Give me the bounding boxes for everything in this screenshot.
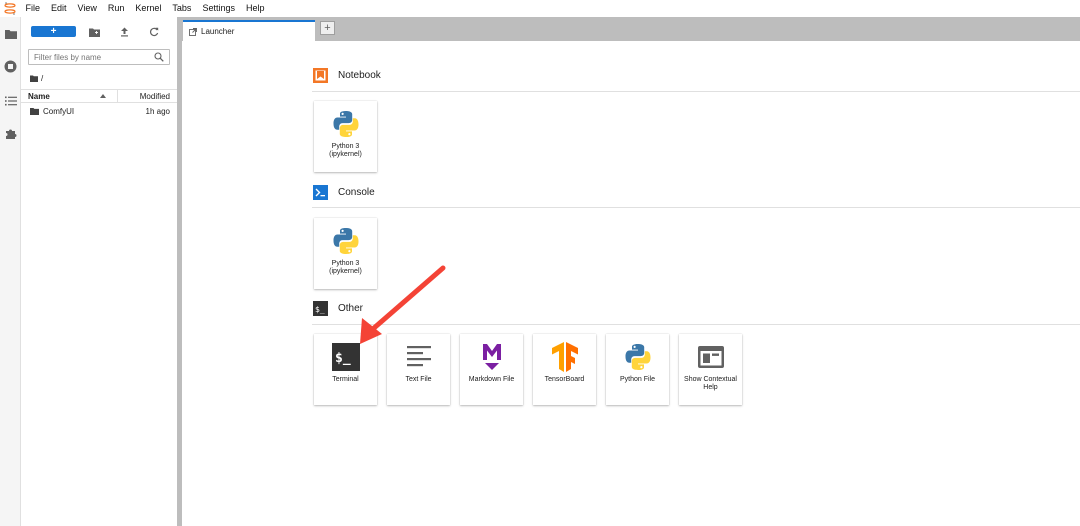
refresh-icon[interactable] <box>147 26 161 38</box>
card-label: Python 3 (ipykernel) <box>329 260 362 275</box>
launcher-card-contextual-help[interactable]: Show Contextual Help <box>679 334 742 405</box>
launcher-card-tensorboard[interactable]: TensorBoard <box>533 334 596 405</box>
stop-circle-icon[interactable] <box>3 59 18 74</box>
markdown-icon <box>475 340 508 373</box>
breadcrumb: / <box>30 74 43 83</box>
tensorflow-icon <box>548 340 581 373</box>
menu-settings[interactable]: Settings <box>197 0 241 17</box>
section-title-other: Other <box>338 303 364 314</box>
tab-label: Launcher <box>201 27 235 36</box>
card-label: TensorBoard <box>544 376 585 383</box>
plus-icon: + <box>50 25 57 37</box>
new-launcher-button[interactable]: + <box>31 26 76 37</box>
section-notebook: Notebook <box>313 68 381 83</box>
menu-view[interactable]: View <box>72 0 102 17</box>
launcher-card-python-file[interactable]: Python File <box>606 334 669 405</box>
card-label: Python 3 (ipykernel) <box>329 143 362 158</box>
file-list-item[interactable]: ComfyUI 1h ago <box>21 105 177 119</box>
section-other: $_ Other <box>313 301 363 316</box>
text-file-icon <box>402 340 435 373</box>
upload-icon[interactable] <box>117 26 131 38</box>
card-label: Terminal <box>332 376 359 383</box>
folder-icon <box>30 108 39 115</box>
sort-ascending-icon <box>100 94 106 98</box>
section-title-console: Console <box>338 187 375 198</box>
home-folder-icon[interactable] <box>30 75 38 82</box>
column-modified-header[interactable]: Modified <box>140 92 170 101</box>
launcher-card-console-python3[interactable]: Python 3 (ipykernel) <box>314 218 377 289</box>
list-icon[interactable] <box>3 93 18 108</box>
column-divider[interactable] <box>117 90 118 103</box>
puzzle-icon[interactable] <box>3 126 18 141</box>
file-filter-field[interactable] <box>28 49 170 65</box>
contextual-help-icon <box>694 340 727 373</box>
menu-kernel[interactable]: Kernel <box>130 0 167 17</box>
search-icon <box>154 52 164 62</box>
panel-splitter[interactable] <box>177 17 182 526</box>
terminal-icon: $_ <box>329 340 362 373</box>
section-console: Console <box>313 185 375 200</box>
file-browser-panel: + / Name Modified ComfyUI 1h ago <box>21 17 177 526</box>
svg-text:$_: $_ <box>315 305 325 314</box>
console-icon <box>313 185 328 200</box>
folder-icon[interactable] <box>3 26 18 41</box>
launcher-card-notebook-python3[interactable]: Python 3 (ipykernel) <box>314 101 377 172</box>
menu-help[interactable]: Help <box>240 0 270 17</box>
file-browser-toolbar: + <box>21 17 177 47</box>
left-sidebar-rail <box>0 17 21 526</box>
launcher-card-terminal[interactable]: $_ Terminal <box>314 334 377 405</box>
file-filter-input[interactable] <box>34 52 152 62</box>
tab-launcher[interactable]: Launcher <box>183 20 315 41</box>
menu-file[interactable]: File <box>20 0 46 17</box>
svg-text:$_: $_ <box>335 351 351 366</box>
section-divider <box>312 207 1080 208</box>
section-divider <box>312 324 1080 325</box>
card-label: Show Contextual Help <box>684 376 737 391</box>
launcher-icon <box>189 27 197 36</box>
breadcrumb-root[interactable]: / <box>41 74 43 83</box>
menu-edit[interactable]: Edit <box>46 0 73 17</box>
jupyter-logo-icon <box>0 0 20 17</box>
menu-bar: File Edit View Run Kernel Tabs Settings … <box>0 0 1080 17</box>
python-icon <box>329 224 362 257</box>
card-label: Text File <box>405 376 432 383</box>
menu-tabs[interactable]: Tabs <box>167 0 197 17</box>
menu-run[interactable]: Run <box>102 0 130 17</box>
card-label: Markdown File <box>468 376 515 383</box>
python-icon <box>621 340 654 373</box>
column-name-header[interactable]: Name <box>28 92 50 101</box>
file-list-header: Name Modified <box>21 89 177 103</box>
card-label: Python File <box>619 376 656 383</box>
launcher-panel: Notebook Python 3 (ipykernel) Console Py… <box>183 42 1080 526</box>
file-name: ComfyUI <box>43 107 75 116</box>
launcher-card-text-file[interactable]: Text File <box>387 334 450 405</box>
main-tab-bar: Launcher + <box>182 17 1080 41</box>
section-title-notebook: Notebook <box>338 70 381 81</box>
new-folder-icon[interactable] <box>87 26 101 38</box>
add-tab-button[interactable]: + <box>320 21 335 35</box>
python-icon <box>329 107 362 140</box>
section-divider <box>312 91 1080 92</box>
launcher-card-markdown-file[interactable]: Markdown File <box>460 334 523 405</box>
file-modified: 1h ago <box>145 107 170 116</box>
notebook-icon <box>313 68 328 83</box>
terminal-small-icon: $_ <box>313 301 328 316</box>
